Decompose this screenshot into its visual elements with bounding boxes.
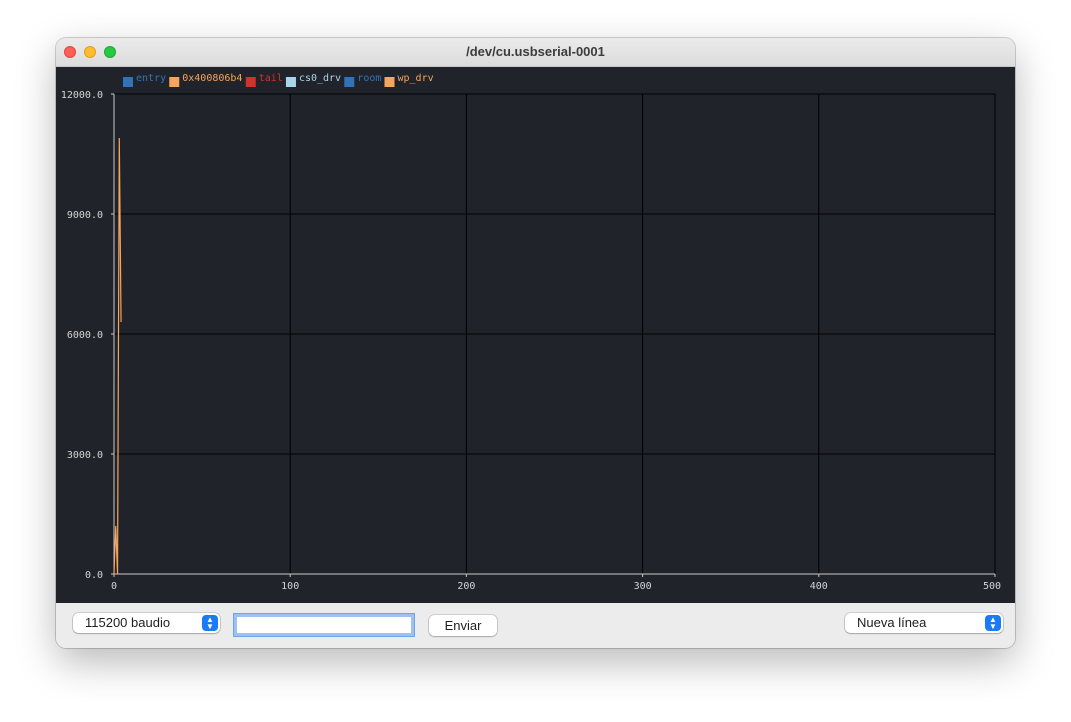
chevron-up-down-icon: ▲ ▼ (202, 615, 218, 631)
baud-rate-value: 115200 baudio (85, 615, 171, 630)
x-tick-label: 500 (983, 581, 1001, 592)
legend-swatch (245, 77, 256, 87)
series-line-0x400806b4 (113, 137, 122, 575)
legend-label: wp_drv (398, 73, 434, 84)
title-bar: /dev/cu.usbserial-0001 (56, 38, 1015, 67)
legend-label: room (357, 73, 381, 84)
legend-swatch (344, 77, 355, 87)
legend-label: cs0_drv (299, 73, 341, 84)
y-tick-label: 6000.0 (67, 330, 103, 341)
y-tick-label: 9000.0 (67, 210, 103, 221)
y-tick-label: 0.0 (85, 570, 103, 581)
y-tick-label: 3000.0 (67, 450, 103, 461)
legend-swatch (123, 77, 133, 87)
x-tick-label: 100 (281, 581, 299, 592)
send-button[interactable]: Enviar (429, 615, 497, 636)
message-input[interactable] (233, 613, 415, 637)
legend-label: entry (136, 73, 166, 84)
chevron-up-down-icon: ▲ ▼ (985, 615, 1001, 631)
y-tick-label: 12000.0 (61, 90, 103, 101)
legend-swatch (285, 77, 296, 87)
serial-plot-chart: 0.0 3000.0 6000.0 9000.0 12000.0 0 100 200 300 40… (61, 73, 1001, 592)
legend-swatch (384, 77, 395, 87)
legend-label: tail (259, 73, 283, 84)
serial-plotter-window: /dev/cu.usbserial-0001 0.0 3000.0 6000.0 90… (56, 38, 1015, 648)
legend-swatch (169, 77, 180, 87)
legend-label: 0x400806b4 (182, 73, 242, 84)
plot-area: 0.0 3000.0 6000.0 9000.0 12000.0 0 100 200 300 40… (56, 67, 1015, 603)
x-tick-label: 400 (810, 581, 828, 592)
bottom-toolbar: 115200 baudio ▲ ▼ Enviar Nueva línea ▲ ▼ (56, 603, 1015, 648)
x-tick-label: 0 (111, 581, 117, 592)
x-tick-label: 200 (457, 581, 475, 592)
line-ending-select[interactable]: Nueva línea ▲ ▼ (845, 613, 1003, 633)
line-ending-value: Nueva línea (857, 615, 927, 630)
baud-rate-select[interactable]: 115200 baudio ▲ ▼ (73, 613, 220, 633)
window-title: /dev/cu.usbserial-0001 (466, 44, 605, 59)
x-tick-label: 300 (634, 581, 652, 592)
